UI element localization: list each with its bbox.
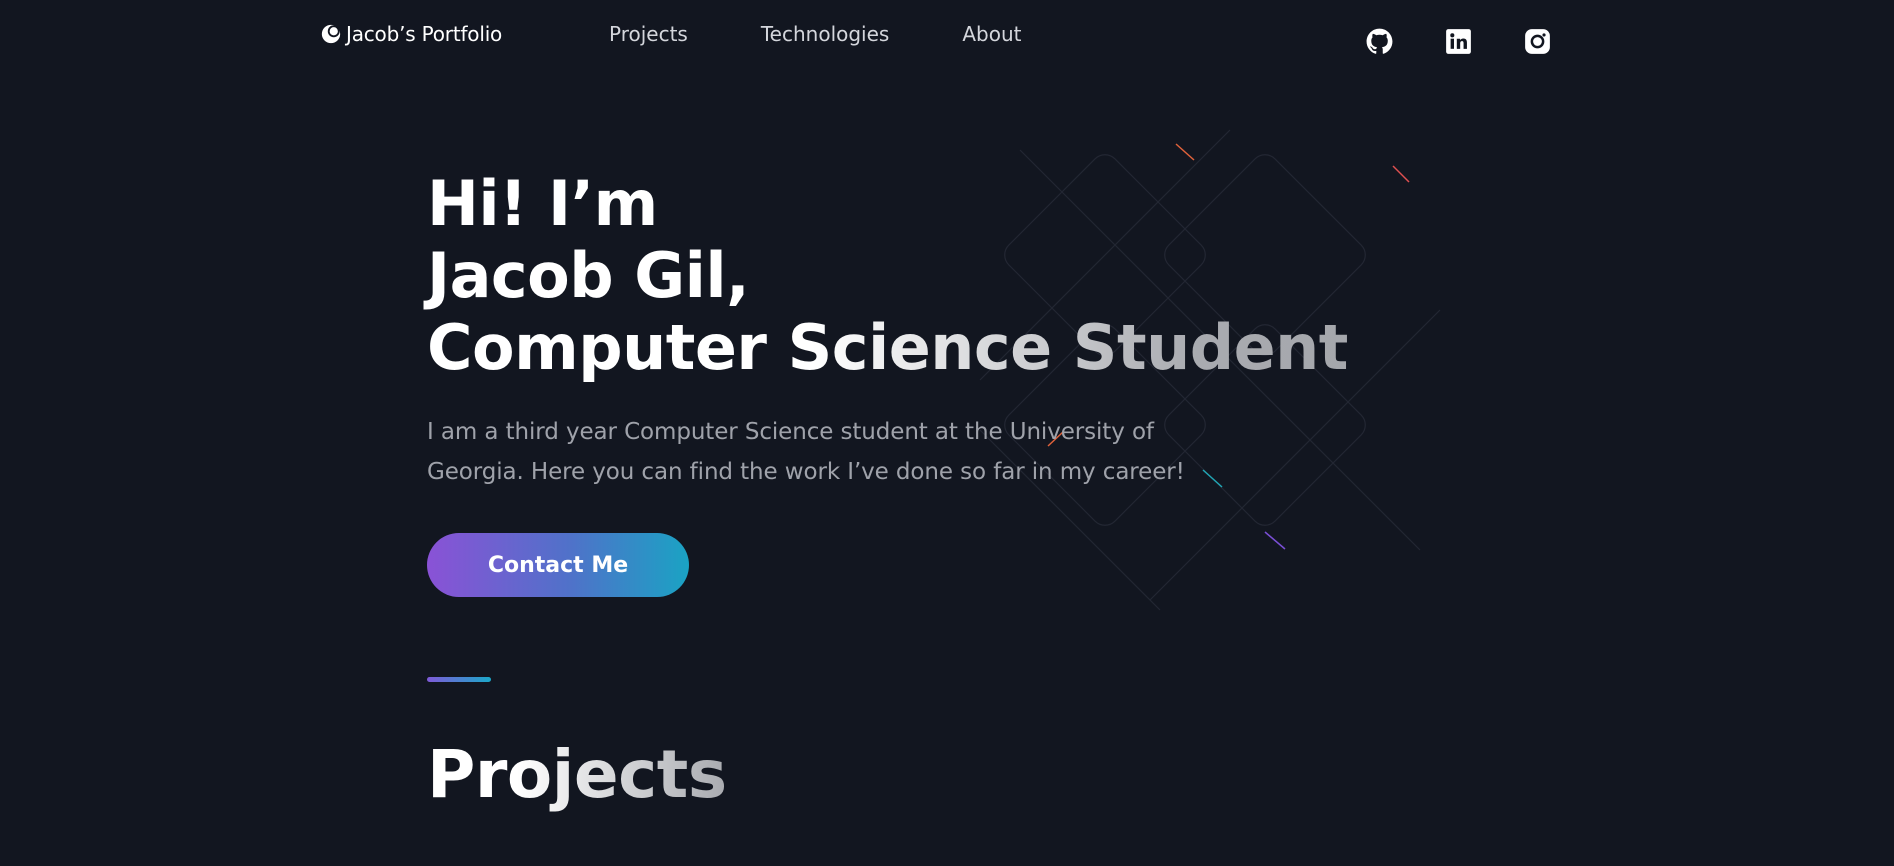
section-divider	[427, 677, 491, 682]
linkedin-icon	[1446, 29, 1471, 54]
hero-section: Hi! I’m Jacob Gil, Computer Science Stud…	[427, 168, 1527, 492]
projects-section-title: Projects	[427, 736, 727, 813]
main-nav: Projects Technologies About	[609, 22, 1021, 46]
brand-name: Jacob’s Portfolio	[346, 22, 503, 46]
social-links	[1366, 28, 1551, 55]
brand-link[interactable]: Jacob’s Portfolio	[320, 22, 502, 46]
hero-role: Computer Science Student	[427, 312, 1527, 384]
nav-technologies[interactable]: Technologies	[761, 22, 889, 46]
hero-description: I am a third year Computer Science stude…	[427, 419, 1185, 485]
linkedin-link[interactable]	[1445, 28, 1472, 55]
github-link[interactable]	[1366, 28, 1393, 55]
hero-name: Jacob Gil,	[427, 239, 750, 312]
hero-heading: Hi! I’m Jacob Gil, Computer Science Stud…	[427, 168, 1527, 384]
nav-about[interactable]: About	[962, 22, 1021, 46]
hero-greeting: Hi! I’m	[427, 167, 658, 240]
portfolio-logo-icon	[321, 24, 341, 44]
github-icon	[1366, 28, 1393, 54]
instagram-icon	[1525, 29, 1550, 54]
site-header: Jacob’s Portfolio Projects Technologies …	[0, 0, 1894, 70]
instagram-link[interactable]	[1524, 28, 1551, 55]
nav-projects[interactable]: Projects	[609, 22, 688, 46]
contact-me-button[interactable]: Contact Me	[427, 533, 689, 597]
